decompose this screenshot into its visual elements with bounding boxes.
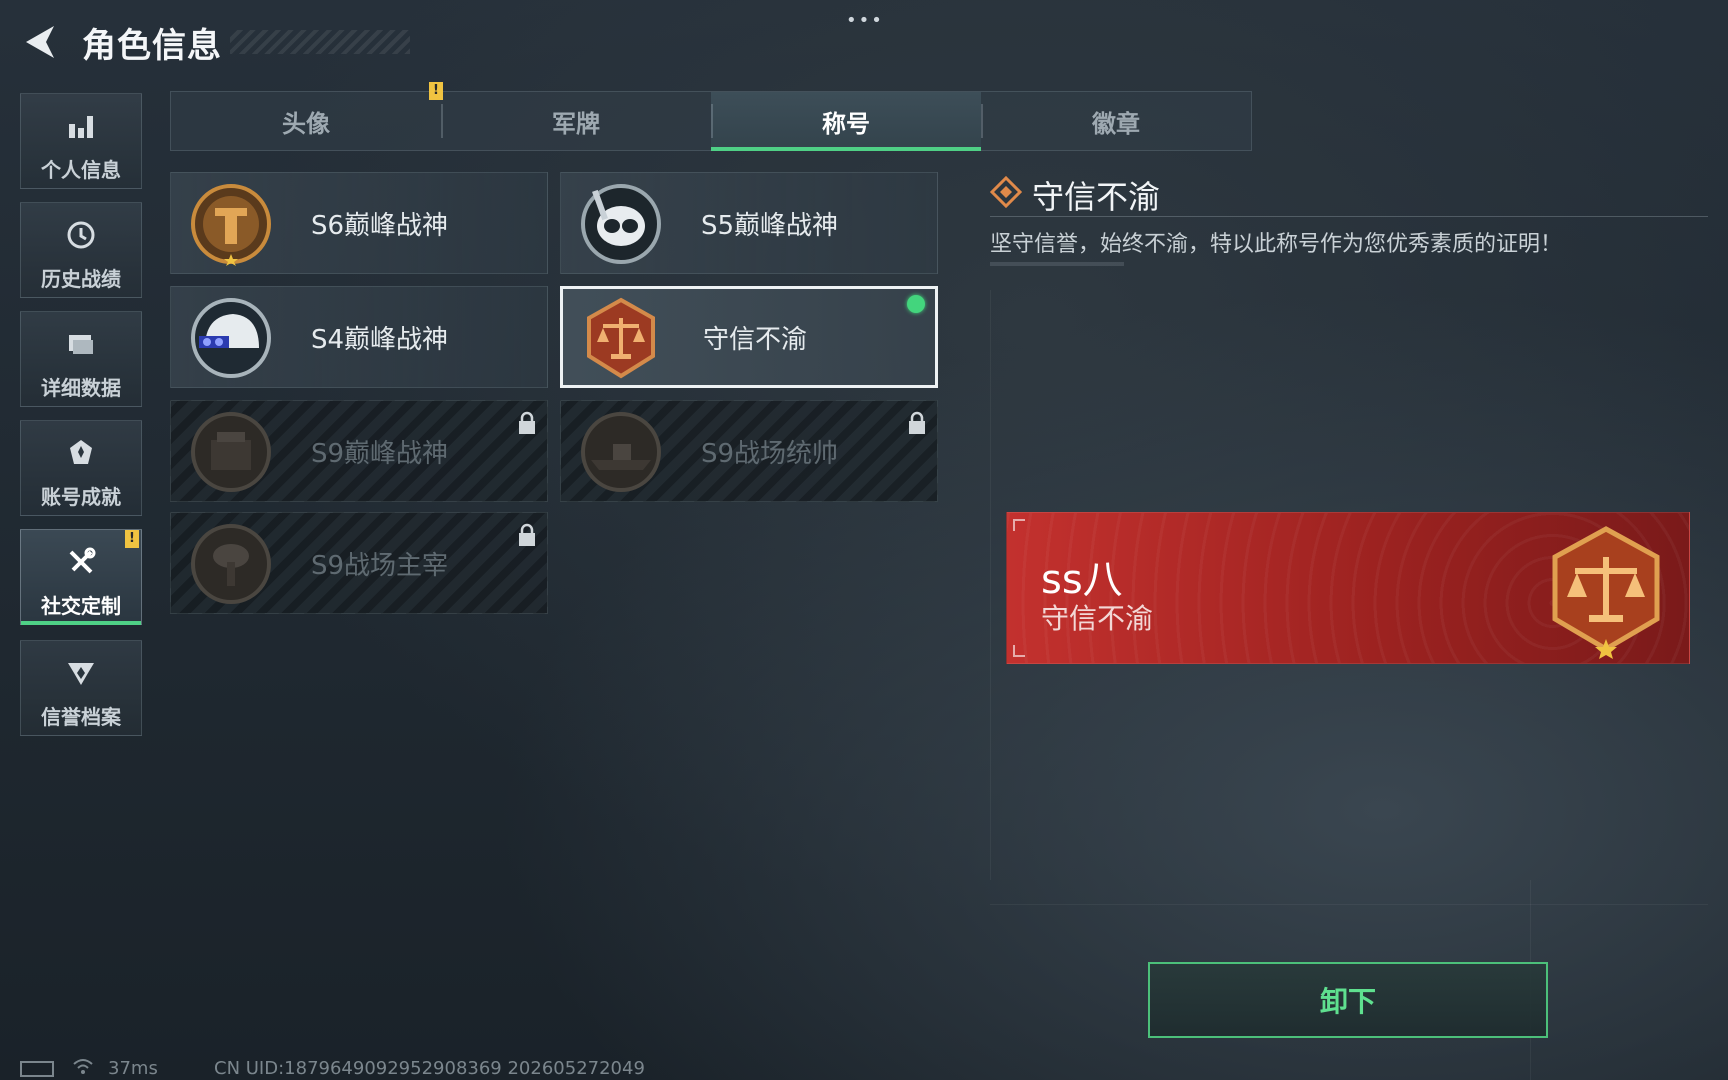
folder-icon xyxy=(21,328,141,360)
unequip-button[interactable]: 卸下 xyxy=(1148,962,1548,1038)
title-card-s9-dominator[interactable]: S9战场主宰 xyxy=(170,512,548,614)
scales-emblem-icon xyxy=(587,297,655,379)
s9-commander-emblem-icon xyxy=(581,412,661,492)
title-name: S6巅峰战神 xyxy=(311,210,449,241)
sidebar-item-label: 社交定制 xyxy=(41,594,121,618)
lock-icon xyxy=(519,411,535,434)
bar-chart-icon xyxy=(21,110,141,142)
clock-icon xyxy=(21,219,141,251)
title-decoration xyxy=(230,30,410,54)
corner-mark xyxy=(1013,519,1025,531)
corner-mark xyxy=(1013,645,1025,657)
title-preview-banner: ss八 守信不渝 xyxy=(1006,512,1690,664)
sidebar-item-label: 详细数据 xyxy=(41,376,121,400)
grid-line xyxy=(990,904,1708,905)
title-card-s9-god[interactable]: S9巅峰战神 xyxy=(170,400,548,502)
sidebar-item-history[interactable]: 历史战绩 xyxy=(20,202,142,298)
preview-title: 守信不渝 xyxy=(1041,602,1154,635)
sidebar-item-social-custom[interactable]: 社交定制 ! xyxy=(20,529,142,625)
equipped-indicator xyxy=(907,295,925,313)
s9-god-emblem-icon xyxy=(191,412,271,492)
title-name: 守信不渝 xyxy=(703,324,808,355)
title-card-trustworthy[interactable]: 守信不渝 xyxy=(560,286,938,388)
lock-icon xyxy=(519,523,535,546)
more-options-button[interactable]: ••• xyxy=(846,10,884,31)
page-title: 角色信息 xyxy=(82,26,222,66)
tab-titles[interactable]: 称号 xyxy=(711,92,981,151)
ping-value: 37ms xyxy=(108,1058,158,1079)
tab-badges[interactable]: 徽章 xyxy=(981,92,1251,150)
tab-avatar[interactable]: 头像 xyxy=(171,92,441,150)
warning-badge: ! xyxy=(125,530,139,548)
wifi-icon xyxy=(73,1059,93,1074)
s9-dominator-emblem-icon xyxy=(191,524,271,604)
tab-label: 军牌 xyxy=(552,109,600,138)
tab-bar: 头像 军牌 ! 称号 徽章 xyxy=(170,82,1252,151)
s6-emblem-icon xyxy=(191,184,271,266)
title-name: S5巅峰战神 xyxy=(701,210,839,241)
sidebar-item-achievements[interactable]: 账号成就 xyxy=(20,420,142,516)
title-name: S9战场统帅 xyxy=(701,438,839,469)
sidebar-item-label: 信誉档案 xyxy=(41,705,121,729)
diamond-icon xyxy=(990,176,1022,208)
detail-description: 坚守信誉，始终不渝，特以此称号作为您优秀素质的证明！ xyxy=(990,232,1563,257)
sidebar-item-label: 个人信息 xyxy=(41,158,121,182)
title-name: S9巅峰战神 xyxy=(311,438,449,469)
divider xyxy=(990,216,1708,217)
medal-icon xyxy=(21,437,141,469)
scales-emblem-icon xyxy=(1552,526,1660,659)
description-decoration xyxy=(990,262,1124,266)
title-card-s9-commander[interactable]: S9战场统帅 xyxy=(560,400,938,502)
active-indicator xyxy=(21,621,141,625)
lock-icon xyxy=(909,411,925,434)
s5-emblem-icon xyxy=(581,184,661,264)
title-card-s4[interactable]: S4巅峰战神 xyxy=(170,286,548,388)
sidebar-item-label: 账号成就 xyxy=(41,485,121,509)
detail-title-name: 守信不渝 xyxy=(1032,178,1161,216)
sidebar-item-detailed-data[interactable]: 详细数据 xyxy=(20,311,142,407)
title-card-s6[interactable]: S6巅峰战神 xyxy=(170,172,548,274)
back-button[interactable] xyxy=(20,22,60,62)
warning-badge: ! xyxy=(429,82,443,100)
title-name: S9战场主宰 xyxy=(311,550,449,581)
battery-icon xyxy=(20,1061,54,1077)
sidebar-item-reputation[interactable]: 信誉档案 xyxy=(20,640,142,736)
title-name: S4巅峰战神 xyxy=(311,324,449,355)
sidebar-item-personal-info[interactable]: 个人信息 xyxy=(20,93,142,189)
s4-emblem-icon xyxy=(191,298,271,378)
back-arrow-icon xyxy=(26,26,54,58)
tab-dogtag[interactable]: 军牌 ! xyxy=(429,82,711,150)
title-card-s5[interactable]: S5巅峰战神 xyxy=(560,172,938,274)
grid-line xyxy=(990,290,991,880)
tools-icon xyxy=(21,546,141,578)
user-uid: CN UID:1879649092952908369 202605272049 xyxy=(214,1058,645,1079)
sidebar-item-label: 历史战绩 xyxy=(41,267,121,291)
shield-wings-icon xyxy=(21,657,141,689)
